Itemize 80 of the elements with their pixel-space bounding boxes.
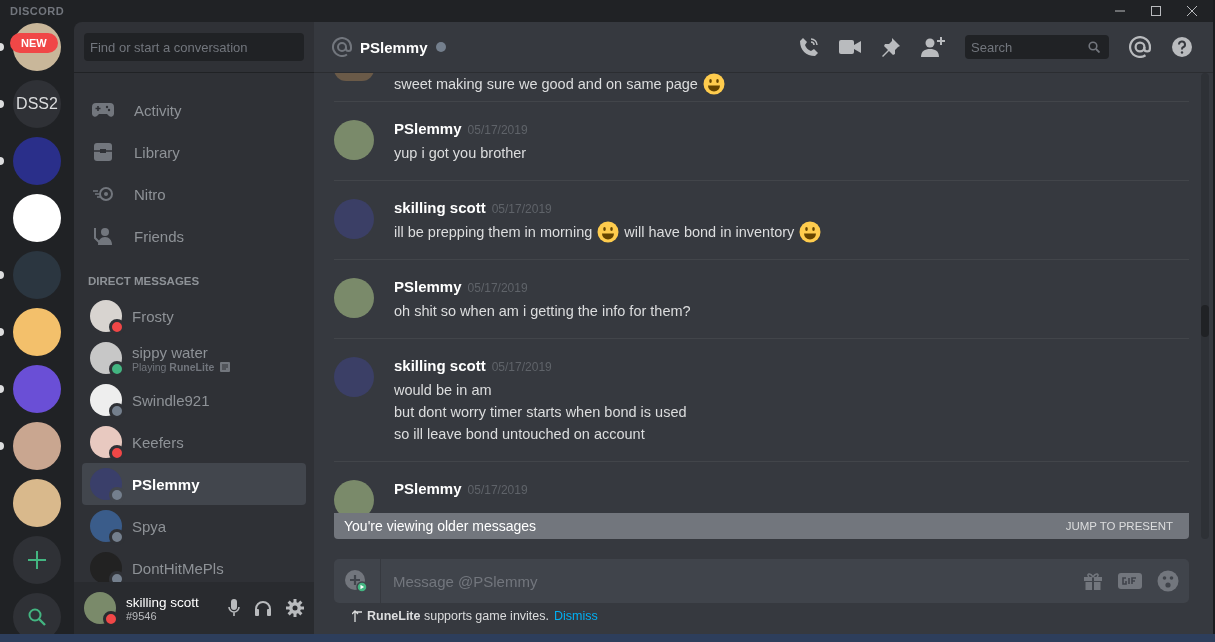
channel-name: PSlemmy <box>360 38 428 56</box>
maximize-icon[interactable] <box>1151 6 1161 16</box>
headphones-icon[interactable] <box>254 600 272 616</box>
avatar <box>334 357 374 397</box>
dm-item[interactable]: PSlemmy <box>82 463 306 505</box>
activity-status: Playing RuneLite <box>132 360 215 373</box>
nav-item[interactable]: Nitro <box>82 173 306 215</box>
message-text: oh shit so when am i getting the info for them? <box>394 303 691 319</box>
pin-icon[interactable] <box>881 37 901 57</box>
arrow-icon <box>352 610 362 622</box>
library-icon <box>92 142 114 162</box>
message-author[interactable]: PSlemmy <box>394 480 462 497</box>
video-camera-icon[interactable] <box>839 39 861 55</box>
jump-to-present-button[interactable]: JUMP TO PRESENT <box>1059 519 1179 533</box>
message-text: would be in am <box>394 382 492 398</box>
add-server-button[interactable] <box>13 536 61 584</box>
plus-icon <box>27 550 47 570</box>
help-icon[interactable] <box>1171 36 1193 58</box>
dm-item[interactable]: Keefers <box>82 421 306 463</box>
at-sign-icon <box>332 37 352 57</box>
server-icon[interactable] <box>13 479 61 527</box>
smiley-icon <box>597 221 620 243</box>
dm-name: Keefers <box>132 433 184 451</box>
message-author[interactable]: PSlemmy <box>394 278 462 295</box>
search-icon <box>27 607 47 627</box>
phone-call-icon[interactable] <box>799 37 819 57</box>
dm-name: Spya <box>132 517 167 535</box>
dm-item[interactable]: sippy water Playing RuneLite <box>82 337 306 379</box>
dm-name: Swindle921 <box>132 391 210 409</box>
avatar <box>334 120 374 160</box>
nav-item[interactable]: Library <box>82 131 306 173</box>
message-text: yup i got you brother <box>394 145 527 161</box>
message-text: sweet making sure we good and on same page <box>394 76 698 92</box>
message-text: ill be prepping them in morning <box>394 224 593 240</box>
new-badge: NEW <box>10 33 58 53</box>
dm-name: sippy water <box>132 343 209 361</box>
mentions-icon[interactable] <box>1129 36 1151 58</box>
server-icon[interactable]: DSS2 <box>13 80 61 128</box>
gamepad-icon <box>92 102 114 118</box>
message-text: will have bond in inventory <box>624 224 795 240</box>
server-icon[interactable] <box>13 308 61 356</box>
rich-presence-icon <box>220 361 231 372</box>
search-field[interactable]: Search <box>965 35 1109 59</box>
search-field[interactable]: Find or start a conversation <box>84 33 304 61</box>
friends-icon <box>92 226 114 246</box>
section-heading: DIRECT MESSAGES <box>87 274 201 289</box>
search-icon <box>1088 41 1100 53</box>
notice-text: RuneLite supports game invites. <box>367 609 550 623</box>
avatar <box>334 199 374 239</box>
nitro-icon <box>92 186 114 202</box>
nav-item[interactable]: Activity <box>82 89 306 131</box>
dm-name: Frosty <box>132 307 174 325</box>
user-tag: #9546 <box>126 609 214 622</box>
dm-name: DontHitMePls <box>132 559 224 577</box>
dismiss-link[interactable]: Dismiss <box>554 609 598 623</box>
avatar <box>334 278 374 318</box>
settings-icon[interactable] <box>286 599 304 617</box>
search-button[interactable] <box>13 593 61 634</box>
message-author[interactable]: skilling scott <box>394 199 486 216</box>
message-text: so ill leave bond untouched on account <box>394 426 645 442</box>
server-icon[interactable] <box>13 422 61 470</box>
app-logo: DISCORD <box>10 5 65 17</box>
nav-item[interactable]: Friends <box>82 215 306 257</box>
server-icon[interactable] <box>13 194 61 242</box>
close-icon[interactable] <box>1187 6 1197 16</box>
dm-name: PSlemmy <box>132 475 200 493</box>
upload-icon[interactable] <box>344 569 368 593</box>
message-text: but dont worry timer starts when bond is used <box>394 404 687 420</box>
dm-item[interactable]: Frosty <box>82 295 306 337</box>
message-author[interactable]: skilling scott <box>394 357 486 374</box>
banner-text: You're viewing older messages <box>344 518 537 534</box>
smiley-icon <box>799 221 822 243</box>
smiley-icon <box>702 73 725 95</box>
username: skilling scott <box>126 594 200 610</box>
add-friend-icon[interactable] <box>921 37 945 57</box>
message-author[interactable]: PSlemmy <box>394 120 462 137</box>
scrollbar[interactable] <box>1201 73 1209 539</box>
microphone-icon[interactable] <box>228 599 240 617</box>
dm-item[interactable]: Spya <box>82 505 306 547</box>
dm-item[interactable]: Swindle921 <box>82 379 306 421</box>
